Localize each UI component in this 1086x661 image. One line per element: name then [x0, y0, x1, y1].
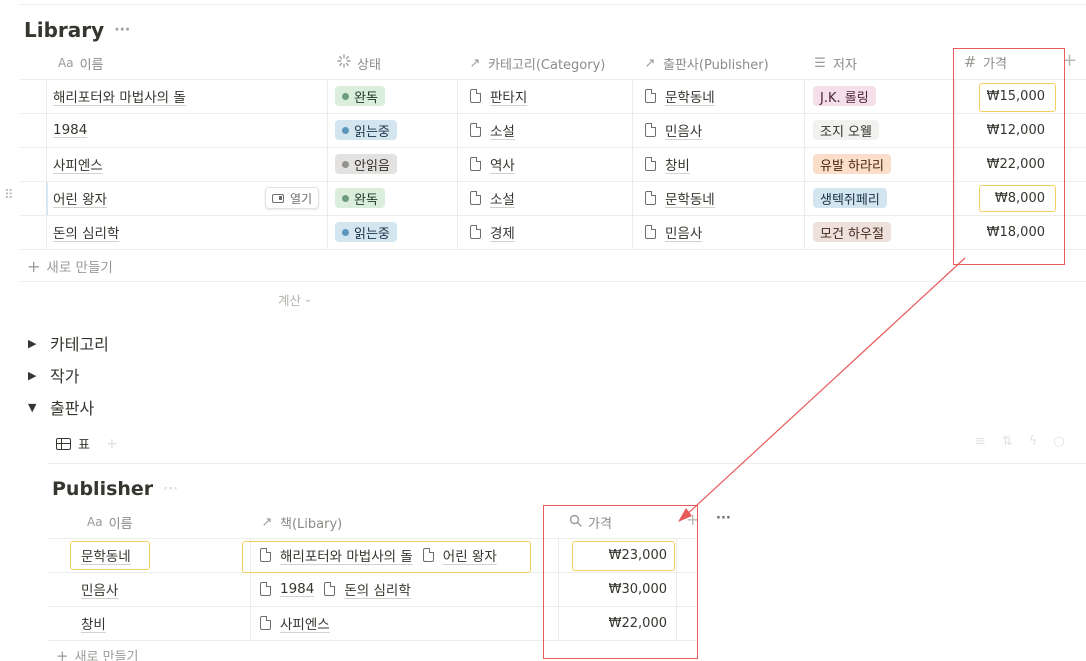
annotation-arrow [678, 257, 966, 522]
